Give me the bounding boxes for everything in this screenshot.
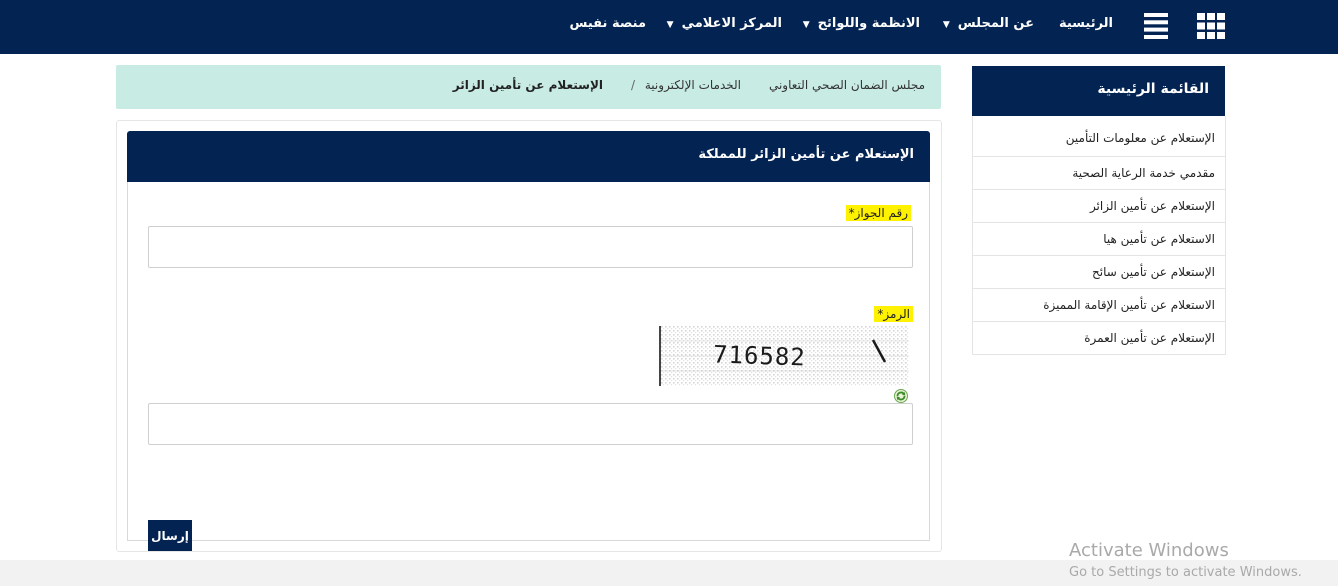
breadcrumb-council-link[interactable]: مجلس الضمان الصحي التعاوني [769,78,925,92]
activate-windows-title: Activate Windows [1069,540,1229,561]
captcha-code-label: الرمز* [874,306,913,322]
nav-nafis-platform[interactable]: منصة نفيس [570,16,647,31]
breadcrumb-eservices-link[interactable]: الخدمات الإلكترونية [645,78,741,92]
top-navbar: الرئيسية عن المجلس ▼ الانظمة واللوائح ▼ ال… [0,0,1338,54]
breadcrumb-separator: / [630,78,635,92]
nav-about-council[interactable]: عن المجلس ▼ [943,16,1034,31]
submit-button[interactable]: إرسال [148,520,192,551]
captcha-image: 716582 [659,326,909,386]
hamburger-menu-icon[interactable] [1144,13,1168,39]
form-title: الإستعلام عن تأمين الزائر للمملكة [698,147,914,162]
nav-home-label: الرئيسية [1058,16,1113,31]
caret-down-icon: ▼ [802,20,810,30]
caret-down-icon: ▼ [666,20,674,30]
captcha-code-input[interactable] [148,403,913,445]
nav-home[interactable]: الرئيسية [1059,16,1113,31]
nav-nafis-label: منصة نفيس [569,16,647,31]
breadcrumb: مجلس الضمان الصحي التعاوني الخدمات الإلك… [116,65,941,109]
breadcrumb-current: الإستعلام عن تأمين الزائر [452,78,603,92]
nav-media-center[interactable]: المركز الاعلامي ▼ [667,16,782,31]
sidebar-title: القائمة الرئيسية [1097,81,1209,97]
sidebar-menu: الإستعلام عن معلومات التأمين مقدمي خدمة … [972,116,1226,355]
nav-about-label: عن المجلس [957,16,1034,31]
passport-number-input[interactable] [148,226,913,268]
caret-down-icon: ▼ [942,20,950,30]
sidebar-item-tourist-insurance[interactable]: الإستعلام عن تأمين سائح [973,255,1225,288]
sidebar-header: القائمة الرئيسية [972,66,1225,116]
nav-media-label: المركز الاعلامي [681,16,782,31]
passport-number-label: رقم الجواز* [845,205,911,221]
activate-windows-subtitle: Go to Settings to activate Windows. [1069,565,1302,580]
refresh-captcha-icon[interactable] [893,388,909,404]
captcha-text: 716582 [713,340,807,371]
sidebar-item-visitor-insurance[interactable]: الإستعلام عن تأمين الزائر [973,189,1225,222]
sidebar-item-premium-residency-insurance[interactable]: الاستعلام عن تأمين الإقامة المميزة [973,288,1225,321]
nav-regulations-label: الانظمة واللوائح [817,16,920,31]
sidebar-item-insurance-info[interactable]: الإستعلام عن معلومات التأمين [973,116,1225,156]
sidebar-item-healthcare-providers[interactable]: مقدمي خدمة الرعاية الصحية [973,156,1225,189]
form-panel-header: الإستعلام عن تأمين الزائر للمملكة [127,131,930,182]
sidebar-item-umrah-insurance[interactable]: الإستعلام عن تأمين العمرة [973,321,1225,354]
sidebar-item-hayya-insurance[interactable]: الاستعلام عن تأمين هيا [973,222,1225,255]
nav-regulations[interactable]: الانظمة واللوائح ▼ [803,16,920,31]
apps-grid-icon[interactable] [1197,13,1225,39]
